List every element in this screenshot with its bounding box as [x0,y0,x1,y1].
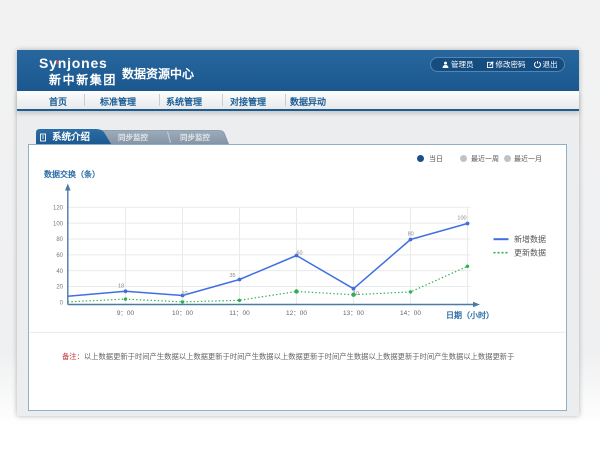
svg-text:14：00: 14：00 [400,310,421,317]
svg-text:同步监控: 同步监控 [118,132,148,142]
svg-text:120: 120 [53,206,64,212]
svg-text:12：00: 12：00 [286,310,307,317]
svg-text:新增数据: 新增数据 [514,234,546,244]
svg-text:10：00: 10：00 [172,310,193,317]
svg-text:9：00: 9：00 [117,310,135,317]
svg-text:10: 10 [181,291,187,297]
svg-text:系统介绍: 系统介绍 [52,131,90,143]
svg-text:0: 0 [60,301,64,307]
svg-text:60: 60 [56,253,63,259]
svg-text:100: 100 [53,221,64,227]
svg-text:13：00: 13：00 [343,310,364,317]
svg-text:35: 35 [229,273,235,279]
svg-text:80: 80 [408,232,414,238]
svg-text:同步监控: 同步监控 [180,132,210,142]
svg-text:10: 10 [353,291,359,297]
svg-text:40: 40 [56,269,63,275]
svg-text:18: 18 [118,284,124,290]
svg-text:80: 80 [56,237,63,243]
svg-text:日期（小时）: 日期（小时） [446,310,494,320]
svg-text:60: 60 [296,250,302,256]
svg-text:100: 100 [457,216,466,222]
svg-text:11：00: 11：00 [229,310,250,317]
svg-text:更新数据: 更新数据 [514,248,546,258]
svg-text:20: 20 [56,285,63,291]
